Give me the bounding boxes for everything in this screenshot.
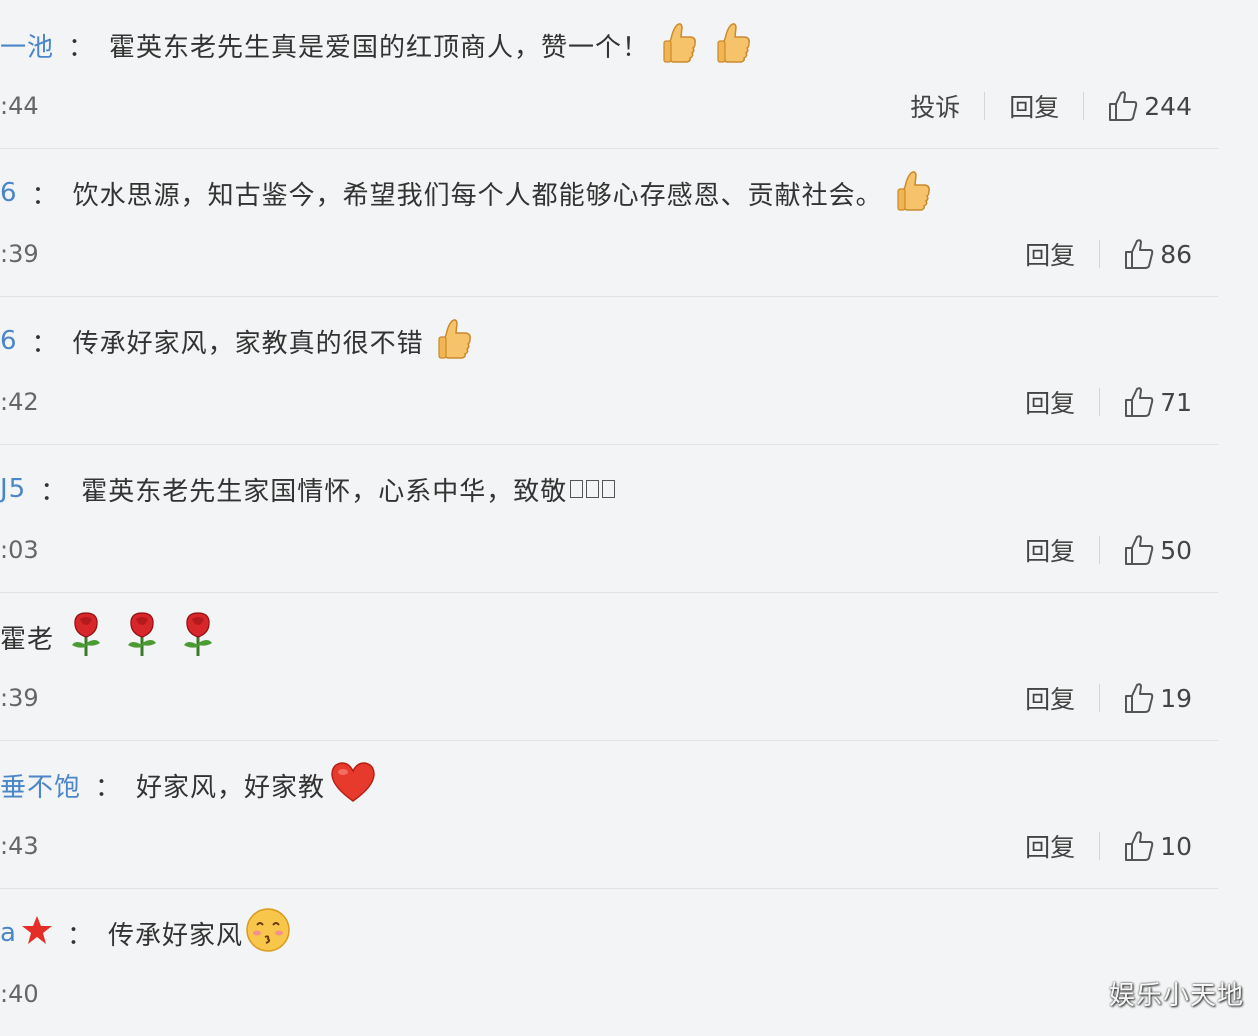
like-count: 10 [1160, 831, 1192, 861]
comment-text: 传承好家风，家教真的很不错 [72, 328, 424, 359]
colon: ： [66, 920, 94, 951]
comment-text: 霍英东老先生真是爱国的红顶商人，赞一个！ [109, 32, 650, 63]
divider [1099, 684, 1101, 712]
divider [1083, 92, 1085, 120]
like-button[interactable]: 10 [1124, 830, 1192, 862]
comment-time: :42 [0, 388, 39, 416]
reply-button[interactable]: 回复 [1009, 88, 1059, 124]
star-emoji [21, 914, 53, 953]
comment-text: 好家风，好家教 [136, 772, 326, 803]
missing-glyph-icon [602, 480, 616, 498]
colon: ： [40, 476, 68, 507]
comment-actions: 回复 19 [1025, 678, 1192, 718]
comment-username[interactable]: 一池 [0, 27, 54, 64]
comment-time: :03 [0, 536, 39, 564]
divider [984, 92, 986, 120]
thumbs-up-icon [1125, 239, 1154, 269]
like-button[interactable]: 244 [1108, 90, 1192, 122]
comment-time: :39 [0, 240, 39, 268]
like-count: 71 [1160, 387, 1192, 417]
comment-item: J5 ： 霍英东老先生家国情怀，心系中华，致敬 :03 回复 50 [0, 444, 1218, 593]
thumbs-up-icon [1125, 683, 1154, 713]
comment-item: 6 ： 饮水思源，知古鉴今，希望我们每个人都能够心存感恩、贡献社会。 :39 回… [0, 148, 1218, 297]
comment-text: 饮水思源，知古鉴今，希望我们每个人都能够心存感恩、贡献社会。 [72, 180, 883, 211]
comment-text: 霍英东老先生家国情怀，心系中华，致敬 [81, 476, 568, 507]
like-button[interactable]: 71 [1124, 386, 1192, 418]
comment-time: :44 [0, 92, 39, 120]
thumbs-up-emoji [437, 317, 472, 366]
comment-username[interactable]: 6 [0, 178, 18, 208]
report-button[interactable]: 投诉 [910, 88, 960, 124]
reply-button[interactable]: 回复 [1025, 828, 1075, 864]
rose-emoji [180, 611, 216, 664]
divider [1099, 388, 1101, 416]
comment-actions: 投诉 回复 244 [910, 86, 1192, 126]
comment-username[interactable]: a [0, 918, 17, 948]
reply-button[interactable]: 回复 [1025, 384, 1075, 420]
rose-emoji [124, 611, 160, 664]
colon: ： [31, 180, 59, 211]
missing-glyph-icon [586, 480, 600, 498]
thumbs-up-icon [1125, 831, 1154, 861]
comment-actions: 回复 71 [1025, 382, 1192, 422]
comment-text: 传承好家风 [107, 920, 243, 951]
comment-time: :43 [0, 832, 39, 860]
thumbs-up-icon [1125, 535, 1154, 565]
watermark: 娱乐小天地 [1108, 981, 1244, 1011]
thumbs-up-icon [1109, 91, 1138, 121]
colon: ： [95, 772, 123, 803]
reply-button[interactable]: 回复 [1025, 236, 1075, 272]
missing-glyph-icon [570, 480, 584, 498]
comment-time: :39 [0, 684, 39, 712]
like-button[interactable]: 19 [1124, 682, 1192, 714]
like-count: 50 [1160, 535, 1192, 565]
thumbs-up-emoji [663, 21, 697, 70]
divider [1099, 832, 1101, 860]
comment-item: 6 ： 传承好家风，家教真的很不错 :42 回复 71 [0, 296, 1218, 445]
divider [1099, 536, 1101, 564]
colon: ： [68, 32, 96, 63]
comment-item: a ： 传承好家风 :40 [0, 888, 1218, 1036]
colon: ： [31, 328, 59, 359]
comment-actions: 回复 86 [1025, 234, 1192, 274]
like-count: 86 [1160, 239, 1192, 269]
thumbs-up-icon [1125, 387, 1154, 417]
comment-username[interactable]: 6 [0, 326, 18, 356]
comment-item: 一池 ： 霍英东老先生真是爱国的红顶商人，赞一个！ :44 投诉 回复 244 [0, 0, 1218, 149]
thumbs-up-emoji [896, 169, 931, 218]
comment-text: 霍老 [0, 624, 55, 655]
comment-actions: 回复 10 [1025, 826, 1192, 866]
like-count: 19 [1160, 683, 1192, 713]
reply-button[interactable]: 回复 [1025, 532, 1075, 568]
reply-button[interactable]: 回复 [1025, 680, 1075, 716]
comment-username[interactable]: J5 [0, 474, 26, 504]
thumbs-up-emoji [717, 21, 751, 70]
comment-username[interactable]: 垂不饱 [0, 767, 81, 804]
comment-actions: 回复 50 [1025, 530, 1192, 570]
comment-item: 霍老 :39 回复 19 [0, 592, 1218, 741]
rose-emoji [68, 611, 104, 664]
kiss-face-emoji [245, 907, 291, 960]
like-button[interactable]: 50 [1124, 534, 1192, 566]
like-button[interactable]: 86 [1124, 238, 1192, 270]
heart-emoji [329, 761, 377, 810]
like-count: 244 [1144, 91, 1192, 121]
divider [1099, 240, 1101, 268]
comment-item: 垂不饱 ： 好家风，好家教 :43 回复 10 [0, 740, 1218, 889]
comment-time: :40 [0, 980, 39, 1008]
